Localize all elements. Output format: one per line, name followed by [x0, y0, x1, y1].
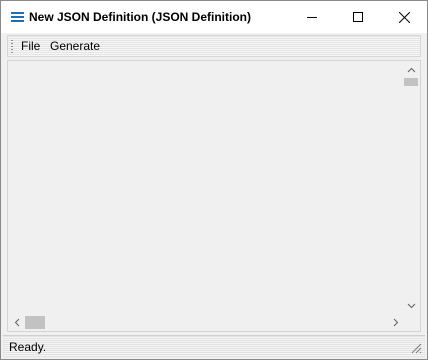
app-icon — [11, 12, 24, 23]
chevron-up-icon — [407, 67, 416, 72]
minimize-button[interactable] — [289, 1, 335, 33]
resize-grip-icon[interactable] — [410, 342, 422, 354]
toolbar-grip[interactable] — [11, 40, 13, 54]
scroll-up-button[interactable] — [403, 61, 420, 78]
maximize-icon — [353, 12, 363, 22]
maximize-button[interactable] — [335, 1, 381, 33]
chevron-left-icon — [14, 318, 19, 327]
scroll-right-button[interactable] — [387, 314, 404, 331]
close-button[interactable] — [381, 1, 427, 33]
close-icon — [398, 11, 410, 23]
scroll-left-button[interactable] — [8, 314, 25, 331]
menu-generate[interactable]: Generate — [48, 39, 102, 53]
menu-bar: File Generate — [7, 35, 421, 57]
status-bar: Ready. — [3, 335, 425, 357]
window-title: New JSON Definition (JSON Definition) — [29, 10, 252, 24]
menu-file[interactable]: File — [19, 39, 42, 53]
chevron-right-icon — [393, 318, 398, 327]
vertical-scrollbar[interactable] — [403, 61, 420, 314]
horizontal-scroll-thumb[interactable] — [25, 316, 45, 329]
status-text: Ready. — [9, 340, 47, 354]
horizontal-scrollbar[interactable] — [8, 314, 404, 331]
scroll-down-button[interactable] — [403, 297, 420, 314]
content-area[interactable] — [7, 60, 421, 332]
title-bar[interactable]: New JSON Definition (JSON Definition) — [1, 1, 427, 33]
chevron-down-icon — [407, 303, 416, 308]
minimize-icon — [307, 17, 317, 18]
vertical-scroll-thumb[interactable] — [404, 78, 418, 86]
app-window: New JSON Definition (JSON Definition) Fi… — [0, 0, 428, 360]
